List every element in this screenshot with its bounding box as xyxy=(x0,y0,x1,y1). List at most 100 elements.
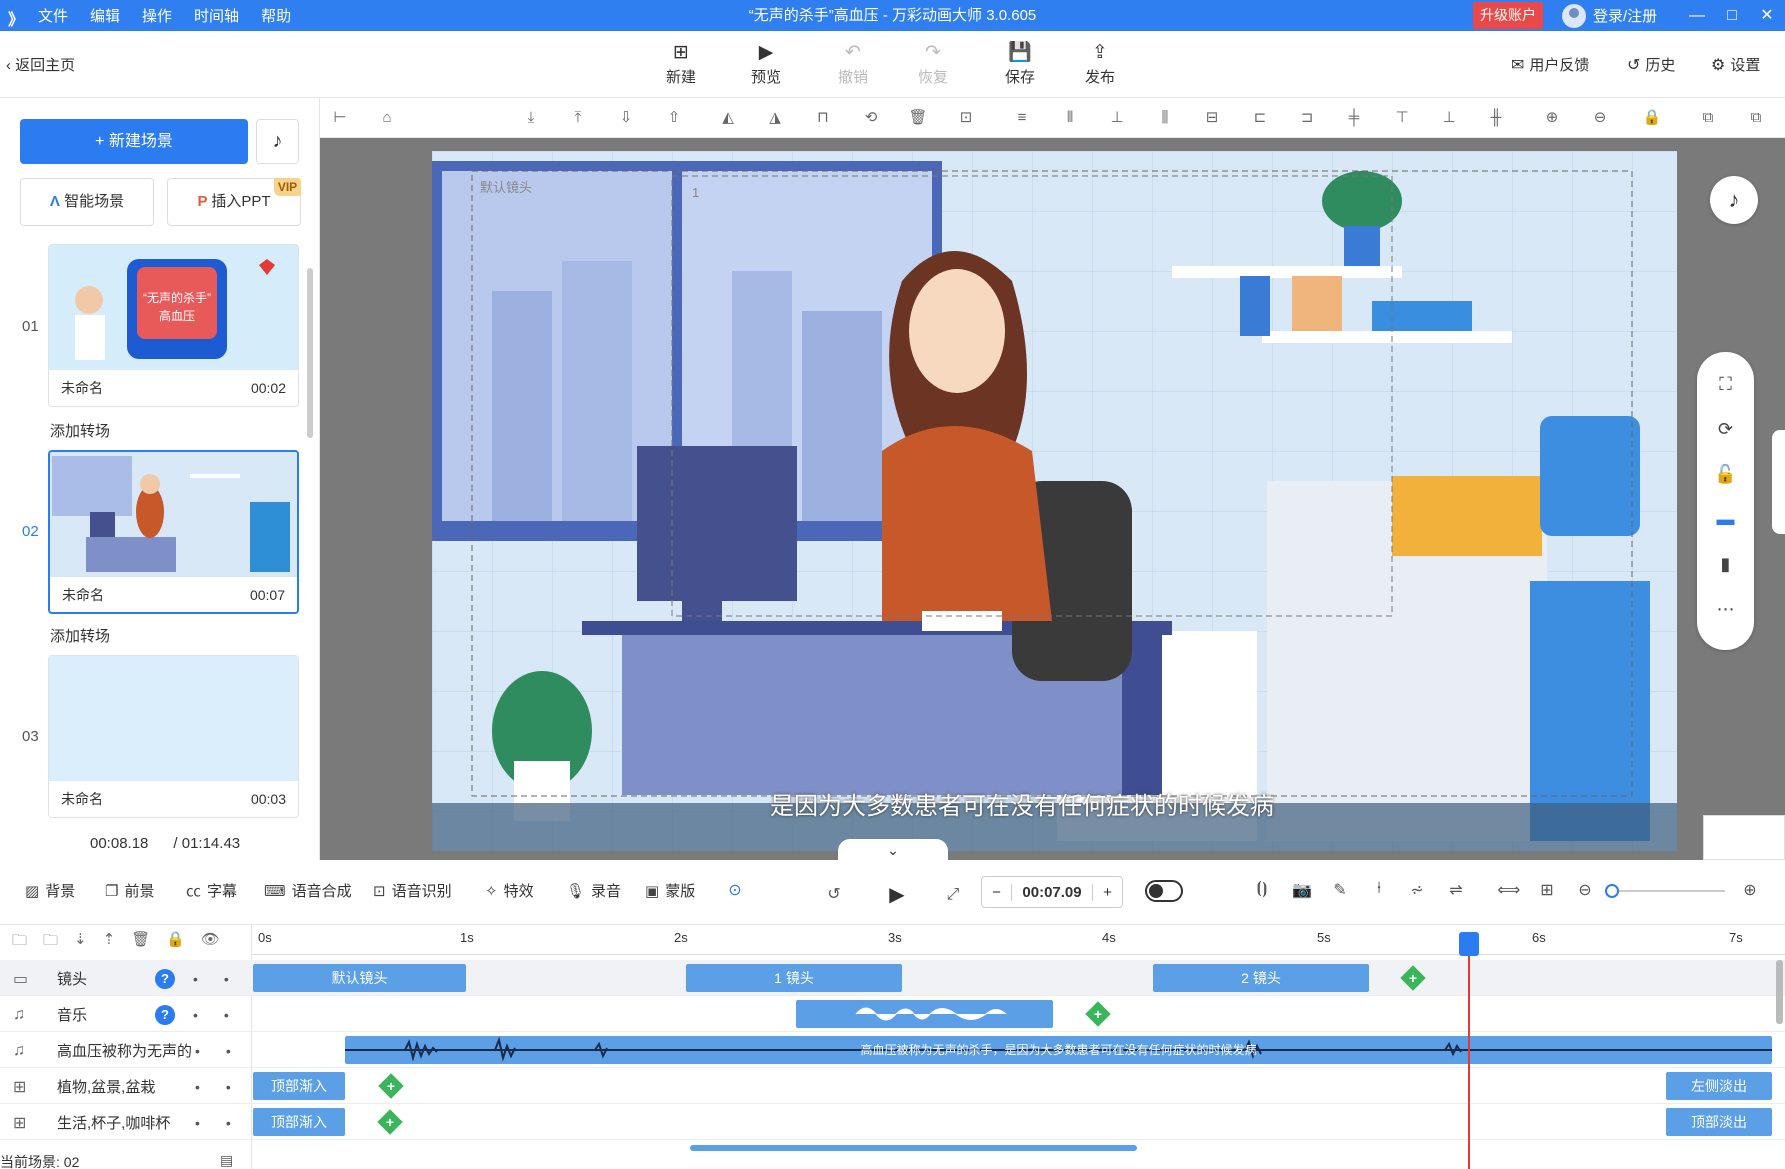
dot-icon[interactable]: • xyxy=(195,1115,200,1131)
timeline-ruler[interactable] xyxy=(252,925,1785,955)
close-button[interactable]: ✕ xyxy=(1750,0,1784,31)
replay-icon[interactable]: ↺ xyxy=(822,884,846,904)
back-home-link[interactable]: ‹ 返回主页 xyxy=(6,54,75,75)
exit-animation-clip[interactable]: 左侧淡出 xyxy=(1666,1072,1772,1100)
login-button[interactable]: 登录/注册 xyxy=(1562,0,1657,31)
menu-help[interactable]: 帮助 xyxy=(261,5,291,26)
tts-button[interactable]: ⌨ 语音合成 xyxy=(264,880,352,901)
music-icon[interactable]: ♪ xyxy=(1710,176,1758,224)
save-button[interactable]: 💾 保存 xyxy=(990,42,1050,87)
dot-icon[interactable]: • xyxy=(193,971,198,987)
exit-animation-clip[interactable]: 顶部淡出 xyxy=(1666,1108,1772,1136)
equal-width-icon[interactable]: ⊟ xyxy=(1200,106,1224,130)
bottom-align-icon[interactable]: ⊥ xyxy=(1437,106,1461,130)
add-keyframe-icon[interactable]: + xyxy=(1085,1001,1111,1027)
effects-button[interactable]: ✧ 特效 xyxy=(485,880,534,901)
copy-icon[interactable]: ⧉ xyxy=(1696,106,1720,130)
dot-icon[interactable]: • xyxy=(226,1079,231,1095)
enter-animation-clip[interactable]: 顶部渐入 xyxy=(253,1072,345,1100)
new-button[interactable]: ⊞ 新建 xyxy=(651,42,711,87)
dot-icon[interactable]: • xyxy=(193,1007,198,1023)
toggle-switch[interactable] xyxy=(1145,880,1183,902)
foreground-button[interactable]: ❐ 前景 xyxy=(105,880,154,901)
add-transition-link[interactable]: 添加转场 xyxy=(50,420,110,441)
move-up-icon[interactable]: ⇧ xyxy=(662,106,686,130)
music-note-icon[interactable]: ♪ xyxy=(256,119,299,164)
ruler-icon[interactable]: ⊢ xyxy=(328,106,352,130)
lock-all-icon[interactable]: 🔒 xyxy=(1640,106,1664,130)
flip-vertical-icon[interactable]: ◮ xyxy=(763,106,787,130)
stage[interactable]: 默认镜头 1 xyxy=(432,151,1677,851)
filter-icon[interactable]: ⩫ xyxy=(1405,880,1429,900)
dot-icon[interactable]: • xyxy=(195,1079,200,1095)
timeline-vertical-scrollbar[interactable] xyxy=(1776,960,1783,1024)
time-plus-button[interactable]: + xyxy=(1092,883,1122,901)
settings-button[interactable]: ⚙ 设置 xyxy=(1711,54,1760,75)
fullscreen-icon[interactable]: ⛶ xyxy=(1697,362,1754,407)
menu-file[interactable]: 文件 xyxy=(38,5,68,26)
dot-icon[interactable]: • xyxy=(224,971,229,987)
collapse-panel-handle[interactable] xyxy=(1772,430,1785,534)
play-button[interactable]: ▶ xyxy=(885,882,909,907)
subtitle-text[interactable]: 是因为大多数患者可在没有任何症状的时候发病 xyxy=(770,786,1274,821)
fit-width-icon[interactable]: ⟺ xyxy=(1497,880,1521,900)
align-middle-icon[interactable]: ⊥ xyxy=(1105,106,1129,130)
rotate-screen-icon[interactable]: ⟳ xyxy=(1697,407,1754,452)
distribute-h-icon[interactable]: ⫴ xyxy=(1058,106,1082,130)
move-down-track-icon[interactable]: ⇣ xyxy=(74,930,87,955)
undo-button[interactable]: ↶ 撤销 xyxy=(823,42,883,87)
camera-clip-2[interactable]: 2 镜头 xyxy=(1153,964,1369,992)
dot-icon[interactable]: • xyxy=(226,1115,231,1131)
landscape-icon[interactable]: ▬ xyxy=(1697,497,1754,542)
top-align-icon[interactable]: ⊤ xyxy=(1390,106,1414,130)
scene-card-2[interactable]: 未命名 00:07 xyxy=(48,450,299,614)
add-keyframe-icon[interactable]: + xyxy=(378,1073,404,1099)
music-clip[interactable] xyxy=(796,1000,1053,1028)
scene-card-3[interactable]: 未命名 00:03 xyxy=(48,655,299,818)
camera-icon[interactable]: 📷 xyxy=(1290,880,1314,900)
align-bottom-icon[interactable]: ⤓ xyxy=(519,106,543,130)
publish-button[interactable]: ⇪ 发布 xyxy=(1070,42,1130,87)
caption-button[interactable]: ㏄字幕 xyxy=(186,880,237,901)
align-center-h-icon[interactable]: ≡ xyxy=(1010,106,1034,130)
minimize-button[interactable]: — xyxy=(1680,0,1714,31)
history-button[interactable]: ↺ 历史 xyxy=(1627,54,1675,75)
add-transition-link[interactable]: 添加转场 xyxy=(50,625,110,646)
menu-edit[interactable]: 编辑 xyxy=(90,5,120,26)
zoom-minus-icon[interactable]: ⊖ xyxy=(1573,880,1597,900)
align-top-icon[interactable]: ⤒ xyxy=(566,106,590,130)
time-input[interactable]: 00:07.09 xyxy=(1012,884,1092,901)
mask-button[interactable]: ▣ 蒙版 xyxy=(645,880,695,901)
align-right-icon[interactable]: ⊐ xyxy=(1295,106,1319,130)
zoom-slider-knob[interactable] xyxy=(1605,884,1619,898)
zoom-slider[interactable] xyxy=(1610,890,1725,892)
add-keyframe-icon[interactable]: + xyxy=(377,1109,403,1135)
dot-icon[interactable]: • xyxy=(226,1043,231,1059)
scene-card-1[interactable]: “无声的杀手” 高血压 未命名 00:02 xyxy=(48,244,299,407)
panel-icon[interactable]: ▤ xyxy=(220,1152,233,1169)
new-scene-button[interactable]: + 新建场景 xyxy=(20,119,248,164)
speech-recognition-button[interactable]: ⊡ 语音识别 xyxy=(373,880,452,901)
split-icon[interactable]: ⍿ xyxy=(1367,880,1391,898)
record-button[interactable]: 🎙 录音 xyxy=(566,880,621,901)
playhead-handle[interactable] xyxy=(1459,932,1479,956)
help-icon[interactable]: ? xyxy=(155,968,175,989)
unlock-icon[interactable]: 🔓 xyxy=(1697,452,1754,497)
paste-icon[interactable]: ⧉ xyxy=(1744,106,1768,130)
ratio-icon[interactable]: ⊞ xyxy=(1535,880,1559,900)
move-down-icon[interactable]: ⇩ xyxy=(614,106,638,130)
dot-icon[interactable]: • xyxy=(224,1007,229,1023)
lock-track-icon[interactable]: 🔒 xyxy=(166,930,185,955)
enter-animation-clip[interactable]: 顶部渐入 xyxy=(253,1108,345,1136)
zoom-plus-icon[interactable]: ⊕ xyxy=(1738,880,1762,900)
delete-icon[interactable]: 🗑 xyxy=(906,106,930,130)
more-icon[interactable]: ⋯ xyxy=(1697,587,1754,632)
add-folder-icon[interactable]: 🗀 xyxy=(43,930,58,955)
redo-button[interactable]: ↷ 恢复 xyxy=(903,42,963,87)
zoom-in-icon[interactable]: ⊕ xyxy=(1540,106,1564,130)
add-keyframe-icon[interactable]: + xyxy=(1400,965,1426,991)
menu-operate[interactable]: 操作 xyxy=(142,5,172,26)
portrait-icon[interactable]: ▮ xyxy=(1697,542,1754,587)
flip-horizontal-icon[interactable]: ◭ xyxy=(716,106,740,130)
feedback-button[interactable]: ✉ 用户反馈 xyxy=(1511,54,1589,75)
